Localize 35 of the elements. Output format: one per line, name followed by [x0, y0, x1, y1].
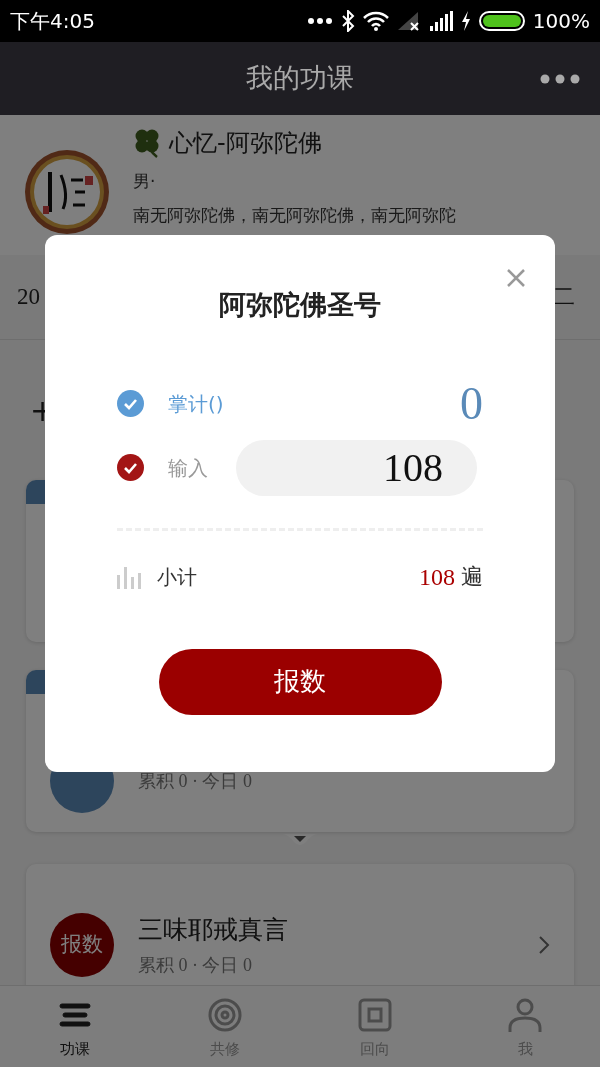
checkbox[interactable]: [117, 390, 144, 417]
gender-text: 男·: [133, 170, 157, 193]
subtotal-label: 小计: [157, 563, 197, 591]
bar-chart-icon: [117, 564, 141, 589]
field-label: 掌计(): [168, 390, 224, 418]
report-badge[interactable]: 报数: [50, 913, 114, 977]
unit-text: 遍: [461, 563, 483, 591]
count-value: 0: [460, 380, 483, 427]
charging-icon: [460, 11, 471, 31]
date-text: 20: [17, 282, 40, 311]
chevron-right-icon: [538, 935, 550, 955]
stats-text: 累积 0 · 今日 0: [138, 954, 253, 978]
report-button[interactable]: 报数: [158, 648, 442, 715]
close-icon: [506, 267, 526, 288]
bluetooth-icon: [340, 10, 355, 32]
subtotal-value: 108: [419, 562, 455, 592]
motto-text: 南无阿弥陀佛，南无阿弥陀佛，南无阿弥陀: [133, 203, 456, 227]
clock-text: 下午4:05: [10, 8, 95, 35]
more-icon: [306, 17, 333, 25]
battery-text: 100%: [532, 8, 590, 35]
battery-icon: [478, 11, 525, 31]
signal-icon: [396, 11, 421, 31]
checkbox[interactable]: [117, 454, 144, 481]
signal-icon: [428, 11, 453, 31]
practice-title: 三味耶戒真言: [138, 913, 288, 946]
dialog-title: 阿弥陀佛圣号: [218, 288, 382, 322]
page-title: 我的功课: [246, 61, 354, 96]
field-label: 输入: [168, 454, 208, 482]
weekday-text: 二: [552, 282, 575, 311]
stats-text: 累积 0 · 今日 0: [138, 769, 252, 793]
user-name: 心忆-阿弥陀佛: [169, 128, 322, 159]
count-input[interactable]: 108: [236, 439, 477, 496]
clover-icon: [133, 128, 161, 158]
wifi-icon: [362, 11, 389, 31]
more-icon[interactable]: [540, 73, 580, 84]
